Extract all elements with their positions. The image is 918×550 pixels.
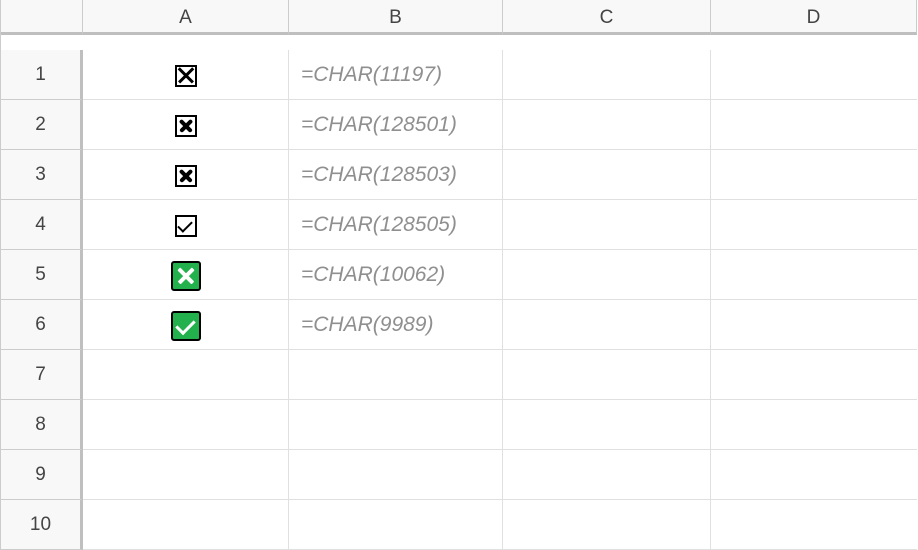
row-header-8[interactable]: 8 (1, 400, 83, 450)
check-mark-green-icon (171, 311, 201, 341)
cell-D6[interactable] (711, 300, 917, 350)
cell-C8[interactable] (503, 400, 711, 450)
ballot-x-icon (175, 65, 197, 87)
cell-C1[interactable] (503, 50, 711, 100)
select-all-corner[interactable] (1, 0, 83, 35)
row-header-5[interactable]: 5 (1, 250, 83, 300)
row-header-2[interactable]: 2 (1, 100, 83, 150)
cell-A3[interactable] (83, 150, 289, 200)
cell-B9[interactable] (289, 450, 503, 500)
cell-D1[interactable] (711, 50, 917, 100)
cell-D5[interactable] (711, 250, 917, 300)
col-header-B[interactable]: B (289, 0, 503, 35)
cell-A10[interactable] (83, 500, 289, 550)
cell-A9[interactable] (83, 450, 289, 500)
cell-A4[interactable] (83, 200, 289, 250)
cross-mark-green-icon (171, 261, 201, 291)
row-header-7[interactable]: 7 (1, 350, 83, 400)
cell-D2[interactable] (711, 100, 917, 150)
cell-B7[interactable] (289, 350, 503, 400)
spreadsheet[interactable]: A B C D 1 =CHAR(11197) 2 =CHAR(128501) 3… (0, 0, 918, 550)
cell-C6[interactable] (503, 300, 711, 350)
col-header-D[interactable]: D (711, 0, 917, 35)
cell-A2[interactable] (83, 100, 289, 150)
cell-C3[interactable] (503, 150, 711, 200)
row-header-6[interactable]: 6 (1, 300, 83, 350)
cell-A1[interactable] (83, 50, 289, 100)
cell-C2[interactable] (503, 100, 711, 150)
ballot-bold-x-icon (175, 165, 197, 187)
ballot-bold-x-icon (175, 115, 197, 137)
cell-B5[interactable]: =CHAR(10062) (289, 250, 503, 300)
row-header-3[interactable]: 3 (1, 150, 83, 200)
cell-D10[interactable] (711, 500, 917, 550)
cell-A5[interactable] (83, 250, 289, 300)
ballot-check-icon (175, 215, 197, 237)
cell-D7[interactable] (711, 350, 917, 400)
col-header-A[interactable]: A (83, 0, 289, 35)
cell-B2[interactable]: =CHAR(128501) (289, 100, 503, 150)
row-header-4[interactable]: 4 (1, 200, 83, 250)
cell-A6[interactable] (83, 300, 289, 350)
cell-B4[interactable]: =CHAR(128505) (289, 200, 503, 250)
cell-A8[interactable] (83, 400, 289, 450)
row-header-10[interactable]: 10 (1, 500, 83, 550)
cell-B8[interactable] (289, 400, 503, 450)
cell-B10[interactable] (289, 500, 503, 550)
cell-C7[interactable] (503, 350, 711, 400)
cell-C9[interactable] (503, 450, 711, 500)
cell-D8[interactable] (711, 400, 917, 450)
cell-C4[interactable] (503, 200, 711, 250)
cell-C5[interactable] (503, 250, 711, 300)
cell-B6[interactable]: =CHAR(9989) (289, 300, 503, 350)
row-header-9[interactable]: 9 (1, 450, 83, 500)
cell-D4[interactable] (711, 200, 917, 250)
cell-B1[interactable]: =CHAR(11197) (289, 50, 503, 100)
cell-C10[interactable] (503, 500, 711, 550)
col-header-C[interactable]: C (503, 0, 711, 35)
cell-B3[interactable]: =CHAR(128503) (289, 150, 503, 200)
row-header-1[interactable]: 1 (1, 50, 83, 100)
cell-D3[interactable] (711, 150, 917, 200)
cell-A7[interactable] (83, 350, 289, 400)
cell-D9[interactable] (711, 450, 917, 500)
